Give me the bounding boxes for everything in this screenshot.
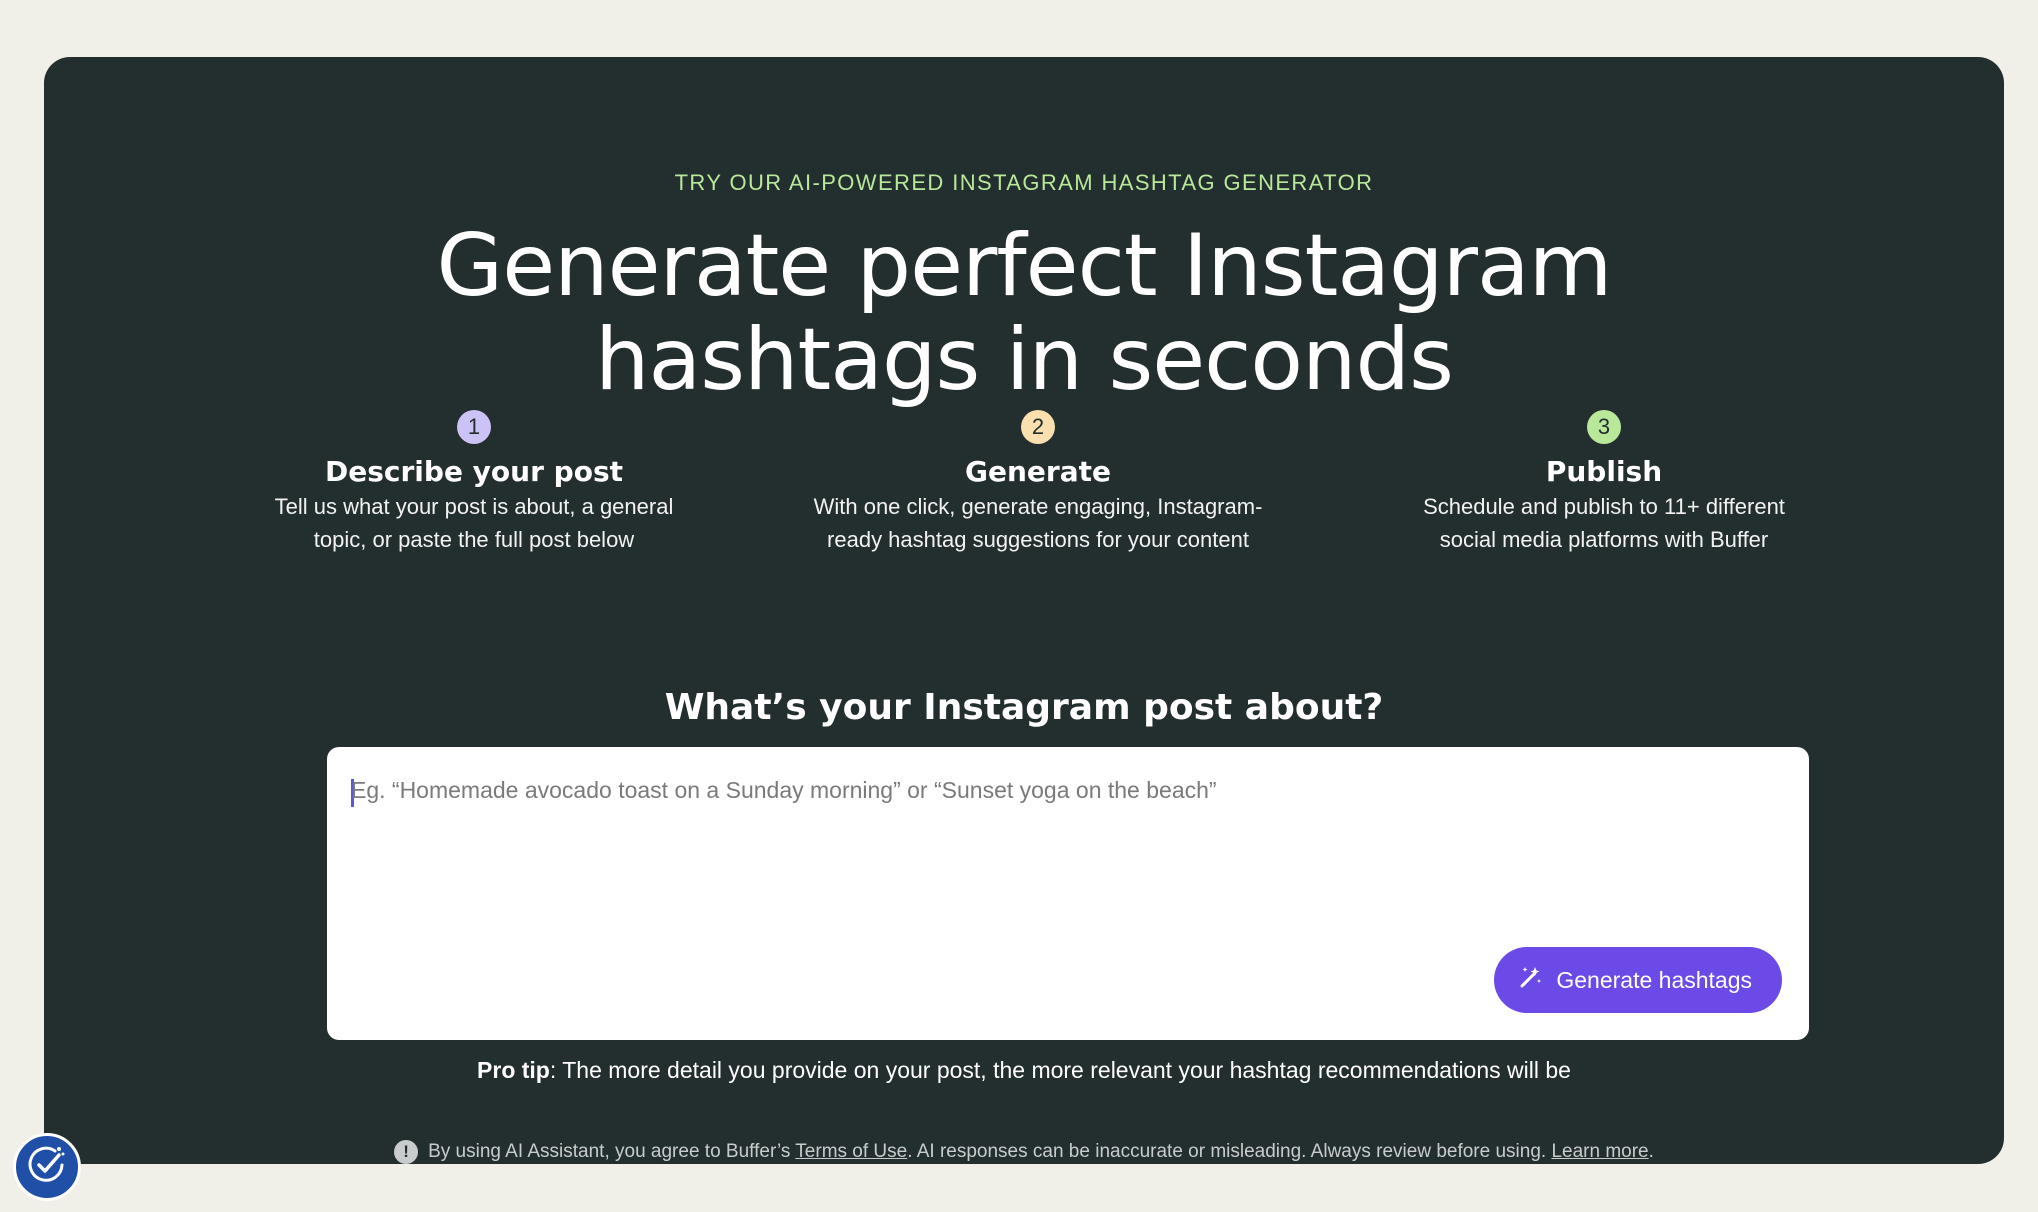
step-description-line: With one click, generate engaging, Insta… (813, 494, 1263, 519)
step-number-badge: 3 (1587, 410, 1621, 444)
step-description: Schedule and publish to 11+ different so… (1364, 490, 1844, 556)
disclaimer-text-middle: . AI responses can be inaccurate or misl… (907, 1141, 1547, 1162)
step-describe: 1 Describe your post Tell us what your p… (234, 410, 714, 556)
step-title: Describe your post (325, 455, 623, 488)
pro-tip-text: : The more detail you provide on your po… (549, 1057, 1571, 1083)
pro-tip-label: Pro tip (477, 1057, 550, 1083)
accessibility-widget-button[interactable] (13, 1133, 81, 1201)
post-description-input[interactable] (349, 775, 1773, 929)
step-publish: 3 Publish Schedule and publish to 11+ di… (1364, 410, 1844, 556)
accessibility-icon (25, 1143, 69, 1192)
step-generate: 2 Generate With one click, generate enga… (798, 410, 1278, 556)
step-number-badge: 1 (457, 410, 491, 444)
pro-tip: Pro tip: The more detail you provide on … (44, 1057, 2004, 1084)
step-title: Publish (1545, 455, 1663, 488)
form-question: What’s your Instagram post about? (664, 687, 1384, 728)
generate-hashtags-button[interactable]: Generate hashtags (1494, 947, 1782, 1013)
step-description-line: Schedule and publish to 11+ different (1423, 494, 1785, 519)
step-description-line: Tell us what your post is about, a gener… (274, 494, 674, 519)
generate-hashtags-label: Generate hashtags (1556, 966, 1752, 993)
page-title-line-2: hashtags in seconds (595, 310, 1454, 410)
step-description-line: ready hashtag suggestions for your conte… (827, 527, 1249, 552)
disclaimer-text-before: By using AI Assistant, you agree to Buff… (428, 1141, 791, 1162)
steps-row: 1 Describe your post Tell us what your p… (234, 410, 1914, 610)
learn-more-link[interactable]: Learn more (1551, 1141, 1648, 1162)
post-input-container: Generate hashtags (327, 747, 1809, 1040)
step-description: Tell us what your post is about, a gener… (234, 490, 714, 556)
disclaimer-text: By using AI Assistant, you agree to Buff… (428, 1141, 1654, 1163)
disclaimer-text-end: . (1648, 1141, 1654, 1162)
step-title: Generate (965, 455, 1111, 488)
exclamation-icon: ! (394, 1140, 419, 1164)
hero-panel: TRY OUR AI-POWERED INSTAGRAM HASHTAG GEN… (44, 57, 2004, 1164)
step-number-badge: 2 (1021, 410, 1055, 444)
step-description-line: topic, or paste the full post below (313, 527, 635, 552)
step-description-line: social media platforms with Buffer (1439, 527, 1769, 552)
page-title-line-1: Generate perfect Instagram (436, 216, 1613, 316)
ai-disclaimer: ! By using AI Assistant, you agree to Bu… (44, 1140, 2004, 1164)
page-title: Generate perfect Instagram hashtags in s… (44, 219, 2004, 407)
step-description: With one click, generate engaging, Insta… (798, 490, 1278, 556)
eyebrow-text: TRY OUR AI-POWERED INSTAGRAM HASHTAG GEN… (674, 170, 1374, 195)
terms-of-use-link[interactable]: Terms of Use (795, 1141, 907, 1162)
magic-wand-icon (1518, 964, 1544, 996)
